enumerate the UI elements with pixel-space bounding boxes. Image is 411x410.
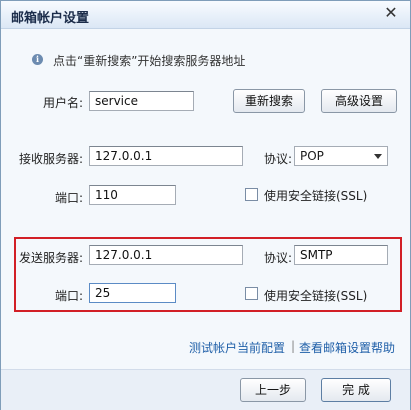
hint-text: 点击“重新搜索”开始搜索服务器地址: [53, 54, 246, 68]
previous-button[interactable]: 上一步: [240, 378, 306, 402]
outgoing-port-label: 端口:: [54, 289, 83, 303]
incoming-ssl-label: 使用安全链接(SSL): [264, 189, 368, 203]
link-separator: |: [291, 339, 296, 353]
username-label: 用户名:: [42, 96, 83, 110]
incoming-protocol-value: POP: [300, 149, 324, 163]
chevron-down-icon: [374, 154, 382, 159]
outgoing-port-input[interactable]: [89, 283, 176, 303]
info-icon: i: [32, 54, 43, 65]
help-link[interactable]: 查看邮箱设置帮助: [299, 339, 395, 356]
outgoing-server-input[interactable]: [89, 245, 243, 265]
title-bar: 邮箱帐户设置 ✕: [1, 1, 410, 29]
account-settings-dialog: 邮箱帐户设置 ✕ i 点击“重新搜索”开始搜索服务器地址 用户名: 重新搜索 高…: [0, 0, 411, 410]
outgoing-protocol-label: 协议:: [263, 251, 292, 265]
incoming-protocol-label: 协议:: [263, 152, 292, 166]
incoming-port-input[interactable]: [89, 185, 176, 205]
incoming-server-input[interactable]: [89, 146, 243, 166]
dialog-title: 邮箱帐户设置: [11, 11, 90, 26]
advanced-settings-button[interactable]: 高级设置: [321, 89, 397, 113]
incoming-port-label: 端口:: [54, 191, 83, 205]
outgoing-server-label: 发送服务器:: [18, 251, 83, 265]
incoming-protocol-select[interactable]: POP: [294, 146, 388, 166]
incoming-ssl-checkbox[interactable]: [245, 188, 258, 201]
outgoing-protocol-input[interactable]: [294, 245, 388, 265]
research-button[interactable]: 重新搜索: [233, 89, 305, 113]
outgoing-ssl-checkbox[interactable]: [245, 287, 258, 300]
close-icon[interactable]: ✕: [382, 4, 400, 22]
finish-button[interactable]: 完 成: [321, 378, 391, 402]
outgoing-ssl-label: 使用安全链接(SSL): [264, 289, 368, 303]
username-input[interactable]: [89, 91, 194, 111]
incoming-server-label: 接收服务器:: [18, 152, 83, 166]
test-account-link[interactable]: 测试帐户当前配置: [189, 339, 285, 356]
